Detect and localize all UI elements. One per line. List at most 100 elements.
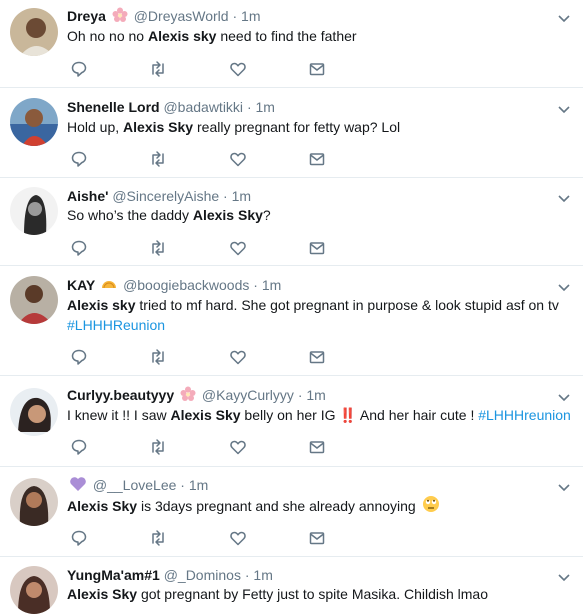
double-exclamation-icon: ‼️ (339, 407, 357, 423)
user-handle[interactable]: @badawtikki (163, 99, 243, 115)
chevron-down-icon[interactable] (557, 191, 571, 205)
hashtag-link[interactable]: #LHHHReunion (67, 317, 165, 333)
tweet-feed: Dreya @DreyasWorld · 1m Oh no no no Alex… (0, 0, 583, 614)
separator-dot: · (297, 387, 303, 403)
text-span: So who’s the daddy (67, 207, 193, 223)
separator-dot: · (223, 188, 228, 204)
like-icon[interactable] (229, 438, 247, 456)
like-icon[interactable] (229, 60, 247, 78)
text-span: I knew it !! I saw (67, 407, 171, 423)
tweet-text: Alexis Sky is 3days pregnant and she alr… (67, 495, 573, 518)
tweet-text: I knew it !! I saw Alexis Sky belly on h… (67, 405, 573, 425)
retweet-icon[interactable] (149, 529, 167, 547)
timestamp[interactable]: 1m (253, 567, 272, 583)
avatar[interactable] (10, 388, 58, 436)
timestamp[interactable]: 1m (241, 8, 260, 24)
user-handle[interactable]: @DreyasWorld (134, 8, 229, 24)
display-name[interactable]: YungMa'am#1 (67, 567, 160, 583)
text-span: need to find the father (216, 28, 357, 44)
avatar[interactable] (10, 478, 58, 526)
retweet-icon[interactable] (149, 438, 167, 456)
chevron-down-icon[interactable] (557, 570, 571, 584)
timestamp[interactable]: 1m (262, 277, 281, 293)
reply-icon[interactable] (70, 150, 88, 168)
like-icon[interactable] (229, 348, 247, 366)
separator-dot: · (246, 99, 252, 115)
tweet[interactable]: Aishe' @SincerelyAishe · 1m So who’s the… (0, 178, 583, 266)
retweet-icon[interactable] (149, 150, 167, 168)
reply-icon[interactable] (70, 348, 88, 366)
text-span: is 3days pregnant and she already annoyi… (137, 498, 420, 514)
hashtag-link[interactable]: #LHHHreunion (478, 407, 571, 423)
avatar[interactable] (10, 566, 58, 614)
cherry-blossom-icon (180, 386, 196, 406)
avatar[interactable] (10, 98, 58, 146)
like-icon[interactable] (229, 239, 247, 257)
reply-icon[interactable] (70, 529, 88, 547)
text-span: belly on her IG (240, 407, 340, 423)
tweet[interactable]: Shenelle Lord @badawtikki · 1m Hold up, … (0, 88, 583, 178)
retweet-icon[interactable] (149, 239, 167, 257)
cherry-blossom-icon (112, 7, 128, 27)
tweet-text: Alexis Sky got pregnant by Fetty just to… (67, 584, 573, 604)
bold-mention-text: Alexis Sky (67, 586, 138, 602)
text-span: tried to mf hard. She got pregnant in pu… (135, 297, 559, 313)
reply-icon[interactable] (70, 239, 88, 257)
direct-message-icon[interactable] (308, 438, 326, 456)
user-handle[interactable]: @SincerelyAishe (112, 188, 219, 204)
bold-mention-text: Alexis Sky (123, 119, 194, 135)
retweet-icon[interactable] (149, 348, 167, 366)
separator-dot: · (244, 567, 250, 583)
timestamp[interactable]: 1m (232, 188, 251, 204)
reply-icon[interactable] (70, 438, 88, 456)
text-span: Hold up, (67, 119, 124, 135)
display-name[interactable]: Shenelle Lord (67, 99, 160, 115)
tweet[interactable]: @__LoveLee · 1m Alexis Sky is 3days preg… (0, 467, 583, 557)
separator-dot: · (253, 277, 258, 293)
separator-dot: · (232, 8, 238, 24)
retweet-icon[interactable] (149, 60, 167, 78)
bold-mention-text: Alexis Sky (192, 207, 263, 223)
tweet[interactable]: YungMa'am#1 @_Dominos · 1m Alexis Sky go… (0, 557, 583, 614)
direct-message-icon[interactable] (308, 529, 326, 547)
tweet[interactable]: KAY @boogiebackwoods · 1m Alexis sky tri… (0, 266, 583, 376)
taco-icon (101, 276, 117, 296)
chevron-down-icon[interactable] (557, 11, 571, 25)
tweet[interactable]: Curlyy.beautyyy @KayyCurlyyy · 1m I knew… (0, 376, 583, 467)
direct-message-icon[interactable] (308, 60, 326, 78)
user-handle[interactable]: @boogiebackwoods (123, 277, 249, 293)
avatar[interactable] (10, 187, 58, 235)
avatar[interactable] (10, 8, 58, 56)
display-name[interactable]: Curlyy.beautyyy (67, 387, 174, 403)
text-span: really pregnant for fetty wap? Lol (193, 119, 401, 135)
reply-icon[interactable] (70, 60, 88, 78)
chevron-down-icon[interactable] (557, 390, 571, 404)
chevron-down-icon[interactable] (557, 102, 571, 116)
user-handle[interactable]: @__LoveLee (93, 477, 177, 493)
tweet-text: Hold up, Alexis Sky really pregnant for … (67, 117, 573, 137)
timestamp[interactable]: 1m (306, 387, 325, 403)
like-icon[interactable] (229, 529, 247, 547)
chevron-down-icon[interactable] (557, 480, 571, 494)
bold-mention-text: Alexis Sky (67, 498, 138, 514)
tweet-text: So who’s the daddy Alexis Sky? (67, 205, 573, 225)
face-with-rolling-eyes-icon (422, 495, 440, 518)
display-name[interactable]: KAY (67, 277, 95, 293)
timestamp[interactable]: 1m (189, 477, 208, 493)
text-span: got pregnant by Fetty just to spite Masi… (137, 586, 489, 602)
direct-message-icon[interactable] (308, 239, 326, 257)
user-handle[interactable]: @KayyCurlyyy (202, 387, 294, 403)
direct-message-icon[interactable] (308, 150, 326, 168)
user-handle[interactable]: @_Dominos (164, 567, 241, 583)
chevron-down-icon[interactable] (557, 280, 571, 294)
text-span: And her hair cute ! (356, 407, 479, 423)
tweet-text: Oh no no no Alexis sky need to find the … (67, 26, 573, 46)
like-icon[interactable] (229, 150, 247, 168)
avatar[interactable] (10, 276, 58, 324)
display-name[interactable]: Aishe' (67, 188, 108, 204)
timestamp[interactable]: 1m (256, 99, 275, 115)
display-name[interactable]: Dreya (67, 8, 106, 24)
direct-message-icon[interactable] (308, 348, 326, 366)
tweet[interactable]: Dreya @DreyasWorld · 1m Oh no no no Alex… (0, 0, 583, 88)
bold-mention-text: Alexis sky (67, 297, 136, 313)
